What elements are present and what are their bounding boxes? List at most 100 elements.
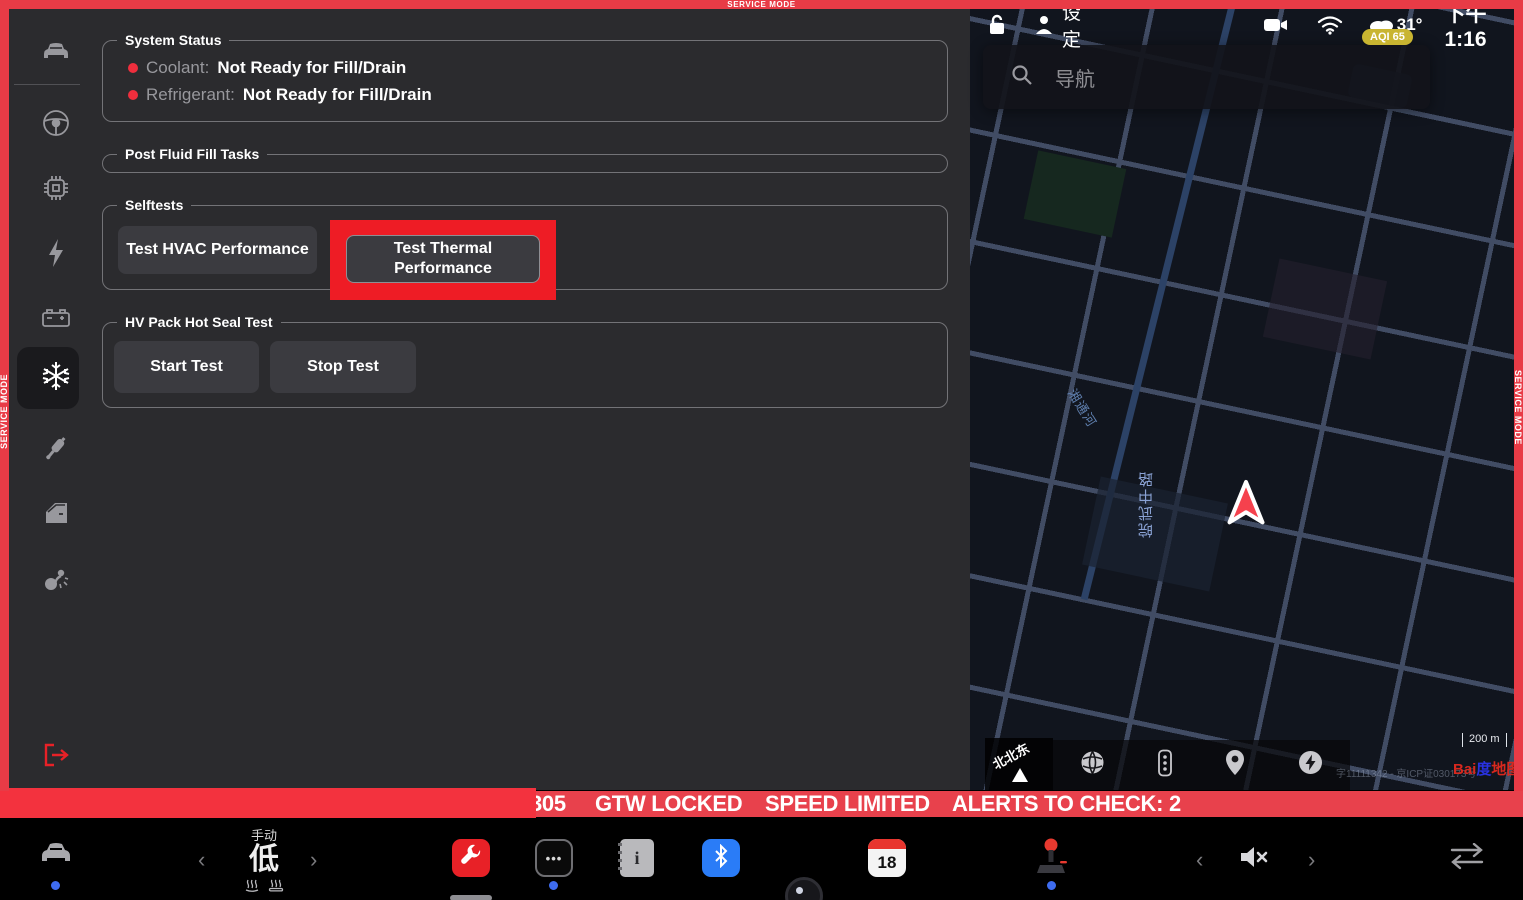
service-mode-label: SERVICE MODE [0, 374, 9, 449]
chip-icon [41, 173, 71, 208]
joystick-icon [1034, 837, 1070, 882]
bluetooth-app-button[interactable] [702, 839, 740, 877]
sidebar-item-thermal[interactable] [31, 358, 81, 398]
wrench-icon [459, 844, 483, 873]
alert-item: SPEED LIMITED [765, 791, 930, 817]
traffic-light-button[interactable] [1157, 749, 1173, 782]
driver-profile-icon[interactable] [1034, 14, 1054, 36]
search-placeholder: 导航 [1055, 63, 1095, 92]
notification-dot [51, 881, 60, 890]
start-test-button[interactable]: Start Test [114, 341, 259, 393]
status-value: Not Ready for Fill/Drain [217, 58, 406, 78]
baidu-maps-logo: Bai度地图 [1453, 758, 1521, 779]
test-thermal-performance-button[interactable]: Test Thermal Performance [346, 235, 540, 283]
battery-icon [40, 306, 72, 335]
status-dot-red [128, 63, 138, 73]
camera-app-button[interactable] [785, 877, 823, 900]
map-controls-bar [1053, 740, 1350, 790]
wifi-icon[interactable] [1317, 15, 1343, 35]
service-app-button[interactable] [452, 839, 490, 877]
car-icon [36, 839, 76, 874]
hv-pack-hot-seal-test-section: HV Pack Hot Seal Test Start Test Stop Te… [102, 322, 948, 408]
sidebar-item-driving[interactable] [31, 105, 81, 145]
climate-temp-down-button[interactable]: ‹ [198, 847, 205, 873]
map-status-bar: 设定 31° 下午1:16 AQI 65 [978, 12, 1508, 38]
map-search-input[interactable]: 导航 [983, 45, 1430, 109]
service-sidebar [9, 9, 87, 790]
status-row-coolant: Coolant: Not Ready for Fill/Drain [128, 58, 406, 78]
aqi-badge: AQI 65 [1362, 29, 1413, 45]
volume-mute-button[interactable] [1238, 844, 1270, 875]
calendar-header [868, 839, 906, 849]
map-compass-button[interactable]: 北北东 [985, 738, 1053, 790]
service-mode-label: SERVICE MODE [727, 0, 795, 9]
test-hvac-performance-button[interactable]: Test HVAC Performance [118, 226, 317, 274]
notebook-spiral [618, 843, 622, 873]
front-defrost-icon[interactable] [244, 879, 260, 897]
vehicle-controls-button[interactable] [36, 839, 76, 874]
dashcam-icon[interactable] [1263, 16, 1289, 34]
service-panel: System Status Coolant: Not Ready for Fil… [9, 9, 970, 790]
screen: System Status Coolant: Not Ready for Fil… [0, 0, 1523, 900]
media-previous-button[interactable]: ‹ [1196, 847, 1203, 873]
section-title: System Status [117, 32, 229, 48]
status-dot-red [128, 90, 138, 100]
climate-temp-label: 低 [236, 844, 292, 876]
sidebar-item-chassis[interactable] [31, 430, 81, 470]
bluetooth-icon [713, 844, 729, 873]
vehicle-location-arrow [1224, 478, 1268, 535]
status-row-refrigerant: Refrigerant: Not Ready for Fill/Drain [128, 85, 432, 105]
ellipsis-icon: ••• [546, 851, 563, 866]
rear-defrost-icon[interactable] [268, 879, 284, 897]
stop-test-button[interactable]: Stop Test [270, 341, 416, 393]
all-apps-button[interactable]: ••• [535, 839, 573, 877]
logout-button[interactable] [31, 737, 81, 777]
active-app-indicator[interactable] [450, 895, 492, 900]
compass-arrow-icon [1012, 768, 1028, 782]
media-next-button[interactable]: › [1308, 847, 1315, 873]
baidu-logo-text: 度 [1476, 761, 1491, 778]
map-roads-grid [970, 9, 1514, 790]
sidebar-divider [14, 84, 80, 85]
charging-stations-button[interactable] [1297, 749, 1324, 781]
search-icon [1011, 64, 1033, 91]
snowflake-icon [39, 359, 73, 398]
status-label: Refrigerant: [146, 85, 235, 105]
navigation-map[interactable] [970, 9, 1514, 790]
sidebar-item-high-voltage[interactable] [31, 235, 81, 275]
climate-temp-up-button[interactable]: › [310, 847, 317, 873]
arcade-app-button[interactable] [1034, 837, 1070, 882]
car-icon [39, 40, 73, 69]
speaker-muted-icon [1238, 844, 1270, 875]
steering-wheel-icon [41, 108, 71, 143]
sidebar-item-computer[interactable] [31, 170, 81, 210]
climate-control[interactable]: 手动 低 [236, 825, 292, 897]
sidebar-item-vehicle[interactable] [31, 34, 81, 74]
lens-highlight [796, 887, 803, 894]
sidebar-item-battery[interactable] [31, 300, 81, 340]
sidebar-item-restraints[interactable] [31, 560, 81, 600]
unlock-icon[interactable] [986, 13, 1008, 37]
owners-manual-app-button[interactable]: i [620, 839, 654, 877]
status-label: Coolant: [146, 58, 209, 78]
baidu-logo-text: Bai [1453, 761, 1476, 778]
climate-mode-label: 手动 [236, 825, 292, 844]
calendar-app-button[interactable]: 18 [868, 839, 906, 877]
map-pin-button[interactable] [1224, 749, 1246, 782]
logout-icon [42, 742, 70, 773]
calendar-day-label: 18 [868, 849, 906, 877]
map-scale-bar: 200 m [1462, 733, 1507, 747]
alert-item[interactable]: ALERTS TO CHECK: 2 [952, 791, 1181, 817]
notification-dot [549, 881, 558, 890]
section-title: Post Fluid Fill Tasks [117, 146, 267, 162]
airbag-icon [41, 564, 71, 597]
sidebar-item-closures[interactable] [31, 495, 81, 535]
map-style-globe-button[interactable] [1079, 749, 1106, 781]
status-value: Not Ready for Fill/Drain [243, 85, 432, 105]
system-status-section: System Status Coolant: Not Ready for Fil… [102, 40, 948, 122]
route-swap-button[interactable] [1448, 843, 1486, 876]
notification-dot [1047, 881, 1056, 890]
swap-arrows-icon [1448, 843, 1486, 876]
map-road-label: 皖武中路 [1136, 470, 1157, 538]
post-fluid-fill-tasks-section: Post Fluid Fill Tasks [102, 154, 948, 173]
